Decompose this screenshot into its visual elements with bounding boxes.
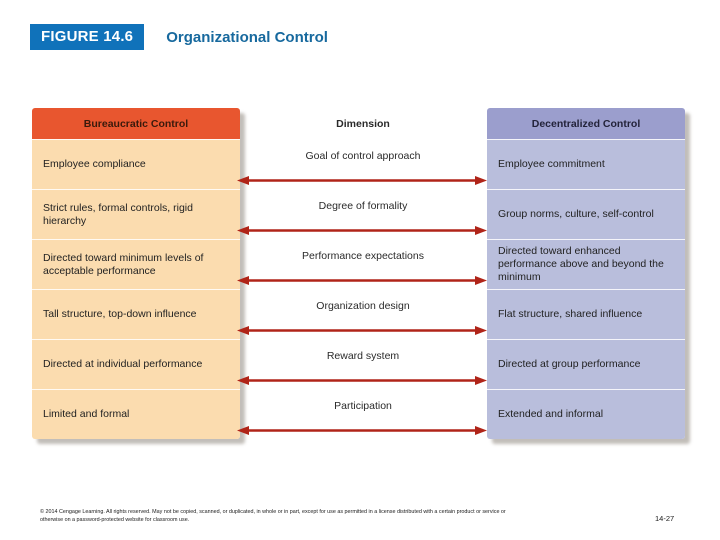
double-arrow-icon: [237, 426, 487, 435]
dimension-row-1: Goal of control approach: [237, 139, 487, 189]
bureaucratic-cell-3: Directed toward minimum levels of accept…: [32, 239, 240, 289]
double-arrow-icon: [237, 326, 487, 335]
bureaucratic-cell-2: Strict rules, formal controls, rigid hie…: [32, 189, 240, 239]
decentralized-control-header: Decentralized Control: [487, 108, 685, 139]
dimension-column: Dimension Goal of control approach Degre…: [237, 108, 487, 439]
bureaucratic-cell-1: Employee compliance: [32, 139, 240, 189]
dimension-header: Dimension: [336, 117, 390, 130]
dimension-label-2: Degree of formality: [318, 200, 408, 212]
decentralized-cell-5: Directed at group performance: [487, 339, 685, 389]
bureaucratic-cell-6: Limited and formal: [32, 389, 240, 439]
dimension-row-4: Organization design: [237, 289, 487, 339]
decentralized-cell-3: Directed toward enhanced performance abo…: [487, 239, 685, 289]
copyright-notice: © 2014 Cengage Learning. All rights rese…: [40, 509, 506, 523]
bureaucratic-cell-4: Tall structure, top-down influence: [32, 289, 240, 339]
decentralized-cell-6: Extended and informal: [487, 389, 685, 439]
decentralized-control-column: Decentralized Control Employee commitmen…: [487, 108, 685, 439]
dimension-label-5: Reward system: [326, 350, 400, 362]
dimension-label-4: Organization design: [316, 300, 410, 312]
decentralized-cell-2: Group norms, culture, self-control: [487, 189, 685, 239]
page-number: 14-27: [655, 514, 675, 523]
dimension-row-3: Performance expectations: [237, 239, 487, 289]
decentralized-cell-4: Flat structure, shared influence: [487, 289, 685, 339]
dimension-label-1: Goal of control approach: [305, 150, 421, 162]
double-arrow-icon: [237, 176, 487, 185]
double-arrow-icon: [237, 226, 487, 235]
bureaucratic-control-column: Bureaucratic Control Employee compliance…: [32, 108, 240, 439]
dimension-row-6: Participation: [237, 389, 487, 439]
bureaucratic-control-header: Bureaucratic Control: [32, 108, 240, 139]
double-arrow-icon: [237, 376, 487, 385]
bureaucratic-cell-5: Directed at individual performance: [32, 339, 240, 389]
dimension-row-5: Reward system: [237, 339, 487, 389]
double-arrow-icon: [237, 276, 487, 285]
dimension-label-6: Participation: [334, 400, 392, 412]
dimension-row-2: Degree of formality: [237, 189, 487, 239]
organizational-control-diagram: Bureaucratic Control Employee compliance…: [0, 0, 720, 540]
dimension-label-3: Performance expectations: [302, 250, 424, 262]
decentralized-cell-1: Employee commitment: [487, 139, 685, 189]
